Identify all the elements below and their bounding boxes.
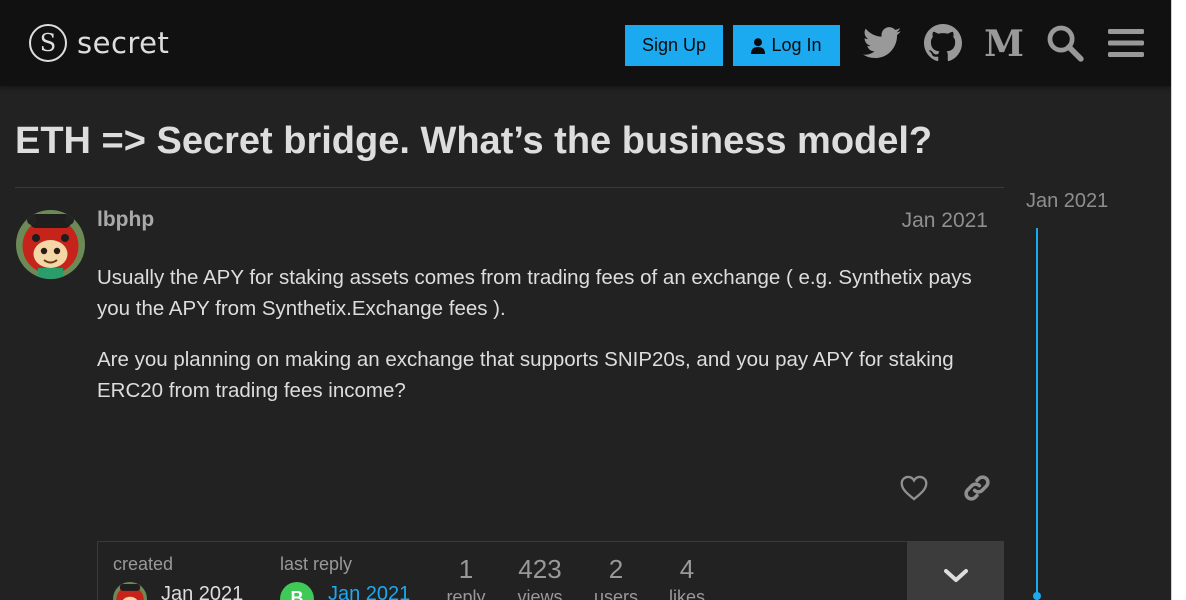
stat-label: reply [446,587,486,600]
user-avatar[interactable] [16,210,85,279]
created-label: created [113,554,174,574]
log-in-label: Log In [771,35,822,55]
logo-mark: S [29,24,67,62]
stat-value: 4 [679,554,695,584]
chevron-down-icon [943,569,968,582]
timeline-start-date[interactable]: Jan 2021 [1026,190,1108,213]
share-link-button[interactable] [957,468,997,508]
medium-icon[interactable]: M [983,22,1025,64]
last-reply-date[interactable]: Jan 2021 [328,583,410,600]
logo-text: secret [77,26,170,60]
like-button[interactable] [894,468,934,508]
stat-label: likes [668,587,705,600]
menu-icon[interactable] [1105,22,1147,64]
user-icon [751,37,766,54]
created-date[interactable]: Jan 2021 [161,583,243,600]
site-logo[interactable]: S secret [29,24,169,62]
github-icon[interactable] [922,22,964,64]
post-date[interactable]: Jan 2021 [902,209,988,233]
page-scrollbar[interactable] [1171,0,1186,600]
post-body: Usually the APY for staking assets comes… [97,262,997,426]
site-header: S secret Sign Up Log In M [0,0,1171,86]
sign-up-button[interactable]: Sign Up [625,25,723,66]
last-reply-avatar[interactable]: B [280,582,314,600]
stat-value: 1 [458,554,474,584]
log-in-button[interactable]: Log In [733,25,840,66]
last-reply-label: last reply [280,554,353,574]
title-divider [15,187,1004,188]
stat-value: 2 [608,554,624,584]
expand-topic-map-button[interactable] [907,541,1004,600]
stat-replies: 1 reply [438,554,494,600]
created-avatar[interactable] [113,582,147,600]
heart-icon [900,475,928,501]
stat-users: 2 users [586,554,646,600]
search-icon[interactable] [1044,22,1086,64]
stat-likes: 4 likes [657,554,717,600]
topic-map: created Jan 2021 last reply B Jan 2021 1… [97,541,1004,600]
stat-views: 423 views [502,554,578,600]
topic-title[interactable]: ETH => Secret bridge. What’s the busines… [15,120,932,163]
post-paragraph: Are you planning on making an exchange t… [97,348,954,402]
stat-label: views [517,587,563,600]
timeline-handle[interactable] [1033,592,1041,600]
post-paragraph: Usually the APY for staking assets comes… [97,266,972,320]
timeline-track[interactable] [1036,228,1038,600]
stat-value: 423 [518,554,562,584]
twitter-icon[interactable] [861,22,903,64]
svg-text:M: M [984,26,1024,60]
post-username[interactable]: lbphp [97,208,154,232]
link-icon [964,475,990,501]
stat-label: users [593,587,638,600]
